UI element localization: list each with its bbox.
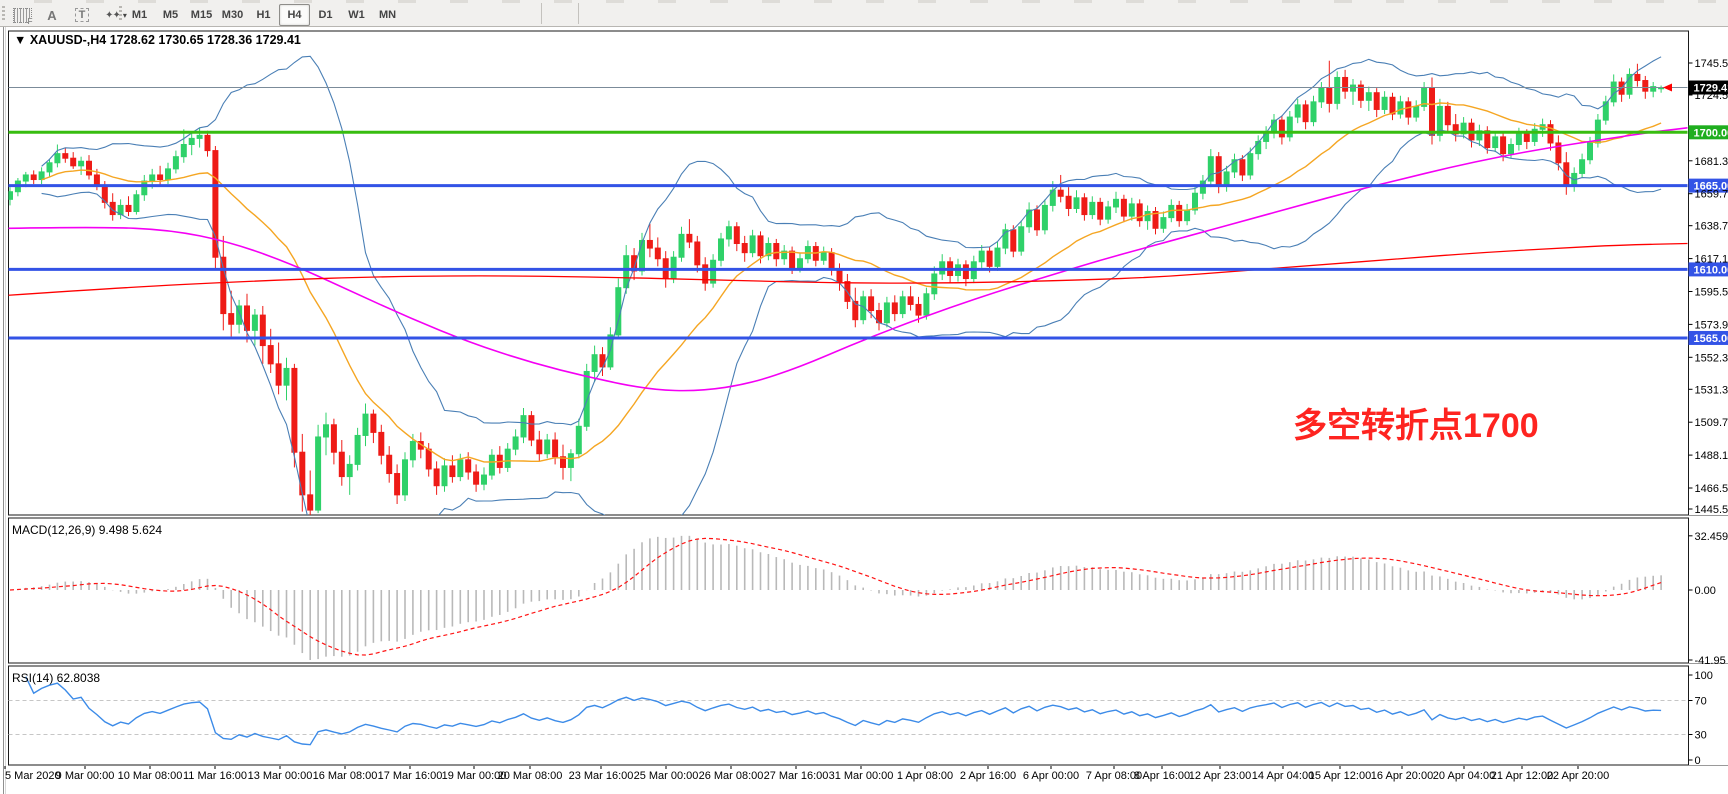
- time-label: 11 Mar 16:00: [183, 770, 247, 782]
- time-label: 13 Mar 00:00: [248, 770, 313, 782]
- snap-grid-glyph: F: [13, 8, 32, 23]
- svg-text:1595.50: 1595.50: [1695, 286, 1728, 298]
- svg-text:1466.50: 1466.50: [1695, 483, 1728, 495]
- toolbar-separator: [578, 3, 579, 24]
- svg-text:0.00: 0.00: [1695, 585, 1716, 597]
- time-label: 20 Mar 08:00: [498, 770, 563, 782]
- snap-grid-icon[interactable]: F: [8, 4, 36, 26]
- time-label: 27 Mar 16:00: [764, 770, 829, 782]
- svg-text:1610.00: 1610.00: [1694, 264, 1728, 276]
- toolbar: FAT✦✦▾M1M5M15M30H1H4D1W1MN: [0, 0, 1728, 27]
- time-label: 6 Apr 00:00: [1023, 770, 1079, 782]
- time-label: 16 Mar 08:00: [313, 770, 378, 782]
- text-box-icon[interactable]: T: [68, 4, 96, 26]
- svg-text:1509.70: 1509.70: [1695, 417, 1728, 429]
- svg-text:1681.30: 1681.30: [1695, 156, 1728, 168]
- svg-text:1724.50: 1724.50: [1695, 90, 1728, 102]
- annotation-text: 多空转折点1700: [1293, 407, 1539, 445]
- svg-text:0: 0: [1695, 755, 1701, 767]
- text-label-icon[interactable]: A: [38, 4, 66, 26]
- time-label: 17 Mar 16:00: [378, 770, 443, 782]
- chart-title: ▼ XAUUSD-,H4 1728.62 1730.65 1728.36 172…: [14, 33, 301, 47]
- time-label: 26 Mar 08:00: [699, 770, 764, 782]
- svg-text:1552.30: 1552.30: [1695, 352, 1728, 364]
- time-label: 25 Mar 00:00: [634, 770, 699, 782]
- svg-text:1488.10: 1488.10: [1695, 450, 1728, 462]
- chart-window: ▼ XAUUSD-,H4 1728.62 1730.65 1728.36 172…: [0, 27, 1728, 794]
- time-label: 14 Apr 04:00: [1252, 770, 1314, 782]
- timeframe-m5-button[interactable]: M5: [155, 4, 186, 26]
- toolbar-separator: [541, 3, 542, 24]
- svg-text:1745.50: 1745.50: [1695, 58, 1728, 70]
- svg-text:1565.00: 1565.00: [1694, 333, 1728, 345]
- timeframe-d1-button[interactable]: D1: [310, 4, 341, 26]
- time-label: 31 Mar 00:00: [829, 770, 894, 782]
- timeframe-h4-button[interactable]: H4: [279, 4, 310, 26]
- time-label: 15 Apr 12:00: [1309, 770, 1371, 782]
- timeframe-w1-button[interactable]: W1: [341, 4, 372, 26]
- time-label: 8 Apr 16:00: [1134, 770, 1190, 782]
- svg-text:70: 70: [1695, 696, 1707, 708]
- time-label: 12 Apr 23:00: [1189, 770, 1251, 782]
- time-label: 10 Mar 08:00: [118, 770, 183, 782]
- time-axis: 5 Mar 20209 Mar 00:0010 Mar 08:0011 Mar …: [5, 766, 1609, 782]
- svg-text:1531.30: 1531.30: [1695, 384, 1728, 396]
- rsi-label: RSI(14) 62.8038: [12, 671, 100, 685]
- time-label: 9 Mar 00:00: [56, 770, 115, 782]
- time-label: 20 Apr 04:00: [1433, 770, 1495, 782]
- timeframe-m1-button[interactable]: M1: [124, 4, 155, 26]
- svg-text:1573.90: 1573.90: [1695, 319, 1728, 331]
- time-label: 1 Apr 08:00: [897, 770, 953, 782]
- time-label: 16 Apr 20:00: [1371, 770, 1433, 782]
- rsi-panel-frame: [9, 666, 1689, 765]
- svg-text:32.459: 32.459: [1695, 531, 1728, 543]
- clipped-upper-toolbar: [0, 0, 1728, 3]
- svg-text:-41.95: -41.95: [1695, 655, 1726, 667]
- svg-text:1617.10: 1617.10: [1695, 254, 1728, 266]
- macd-panel-frame: [9, 518, 1689, 663]
- svg-text:30: 30: [1695, 730, 1707, 742]
- svg-text:100: 100: [1695, 670, 1713, 682]
- toolbar-grip[interactable]: [119, 6, 122, 22]
- time-label: 5 Mar 2020: [5, 770, 61, 782]
- price-chart: ▼ XAUUSD-,H4 1728.62 1730.65 1728.36 172…: [0, 27, 1728, 794]
- timeframe-mn-button[interactable]: MN: [372, 4, 403, 26]
- svg-text:1659.70: 1659.70: [1695, 189, 1728, 201]
- svg-text:1638.70: 1638.70: [1695, 221, 1728, 233]
- time-label: 21 Apr 12:00: [1491, 770, 1553, 782]
- time-label: 2 Apr 16:00: [960, 770, 1016, 782]
- toolbar-grip[interactable]: [2, 6, 5, 22]
- time-label: 23 Mar 16:00: [569, 770, 634, 782]
- mt4-window: { "toolbar": { "tool_icons": [ {"name": …: [0, 0, 1728, 794]
- svg-text:1700.00: 1700.00: [1694, 127, 1728, 139]
- svg-text:1445.50: 1445.50: [1695, 504, 1728, 516]
- timeframe-h1-button[interactable]: H1: [248, 4, 279, 26]
- timeframe-m15-button[interactable]: M15: [186, 4, 217, 26]
- macd-label: MACD(12,26,9) 9.498 5.624: [12, 523, 162, 537]
- timeframe-m30-button[interactable]: M30: [217, 4, 248, 26]
- time-label: 22 Apr 20:00: [1547, 770, 1609, 782]
